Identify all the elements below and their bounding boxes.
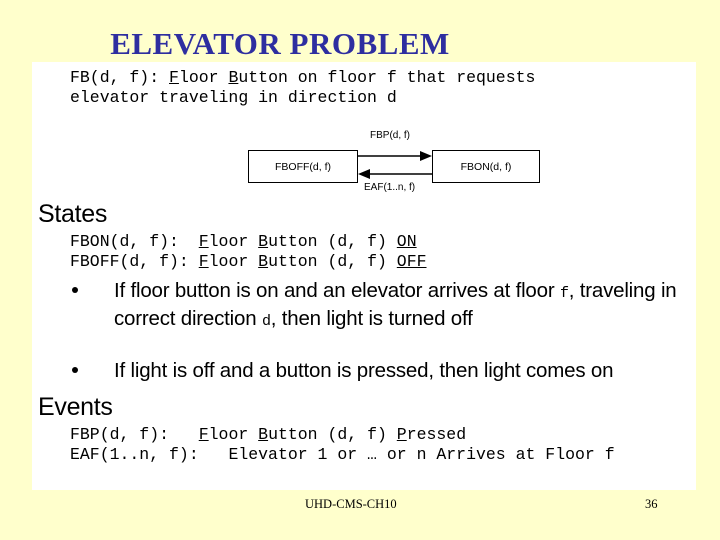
events-row-fbp-b-underlined: B — [258, 425, 269, 444]
events-row-fbp-mid2: utton (d, f) — [268, 425, 397, 444]
states-row-fboff-mid1: loor — [208, 252, 259, 271]
fb-definition: FB(d, f): Floor Button on floor f that r… — [70, 68, 535, 108]
events-list: FBP(d, f): Floor Button (d, f) Pressed E… — [70, 425, 615, 465]
state-box-fboff-label: FBOFF(d, f) — [275, 160, 331, 173]
rules-bullet-list: If floor button is on and an elevator ar… — [62, 278, 682, 407]
states-row-fbon-mid2: utton (d, f) — [268, 232, 397, 251]
states-row-fbon-mid1: loor — [208, 232, 259, 251]
states-row-fboff-value: OFF — [396, 252, 427, 271]
footer-page-number: 36 — [645, 497, 658, 511]
bullet-1-part3: , then light is turned off — [270, 307, 473, 330]
list-item: If light is off and a button is pressed,… — [62, 358, 682, 383]
content-panel: FB(d, f): Floor Button on floor f that r… — [32, 62, 696, 490]
events-row-fbp-p-underlined: P — [396, 425, 407, 444]
list-item: If floor button is on and an elevator ar… — [62, 278, 682, 334]
bullet-1-var-f: f — [559, 285, 569, 302]
state-transition-diagram: FBOFF(d, f) FBON(d, f) FBP(d, f) EAF(1..… — [182, 122, 542, 197]
events-row-fbp-f-underlined: F — [198, 425, 209, 444]
events-row-eaf-name: EAF(1..n, f): — [70, 445, 229, 464]
bullet-dot-icon — [72, 367, 78, 373]
footer-source: UHD-CMS-CH10 — [305, 497, 397, 511]
fb-definition-line2: elevator traveling in direction d — [70, 88, 397, 107]
states-row-fboff-f-underlined: F — [198, 252, 209, 271]
states-row-fbon-name: FBON(d, f): — [70, 232, 199, 251]
states-row-fboff-b-underlined: B — [258, 252, 269, 271]
state-box-fboff: FBOFF(d, f) — [248, 150, 358, 183]
bullet-1-part1: If floor button is on and an elevator ar… — [114, 279, 560, 302]
state-box-fbon: FBON(d, f) — [432, 150, 540, 183]
states-row-fbon-f-underlined: F — [198, 232, 209, 251]
states-row-fbon-b-underlined: B — [258, 232, 269, 251]
fb-definition-mid2: utton on floor f that requests — [238, 68, 536, 87]
section-heading-events: Events — [38, 393, 113, 421]
states-row-fboff-name: FBOFF(d, f): — [70, 252, 199, 271]
slide-canvas: ELEVATOR PROBLEM FB(d, f): Floor Button … — [0, 0, 720, 540]
states-list: FBON(d, f): Floor Button (d, f) ON FBOFF… — [70, 232, 427, 272]
events-row-fbp-tail: ressed — [406, 425, 467, 444]
fb-definition-mid1: loor — [178, 68, 229, 87]
page-title: ELEVATOR PROBLEM — [110, 26, 450, 61]
fb-definition-b-underlined: B — [228, 68, 239, 87]
state-box-fbon-label: FBON(d, f) — [460, 160, 512, 173]
fb-definition-prefix: FB(d, f): — [70, 68, 170, 87]
fb-definition-f-underlined: F — [169, 68, 179, 87]
bullet-1-var-d: d — [261, 313, 271, 330]
bullet-2-part1: If light is off and a button is pressed,… — [114, 359, 614, 382]
transition-label-fbp: FBP(d, f) — [370, 130, 411, 141]
section-heading-states: States — [38, 200, 108, 228]
events-row-eaf-text: Elevator 1 or … or n Arrives at Floor f — [228, 445, 615, 464]
transition-label-eaf: EAF(1..n, f) — [364, 182, 416, 193]
events-row-fbp-mid1: loor — [208, 425, 259, 444]
states-row-fbon-value: ON — [396, 232, 417, 251]
bullet-dot-icon — [72, 287, 78, 293]
events-row-fbp-name: FBP(d, f): — [70, 425, 199, 444]
states-row-fboff-mid2: utton (d, f) — [268, 252, 397, 271]
